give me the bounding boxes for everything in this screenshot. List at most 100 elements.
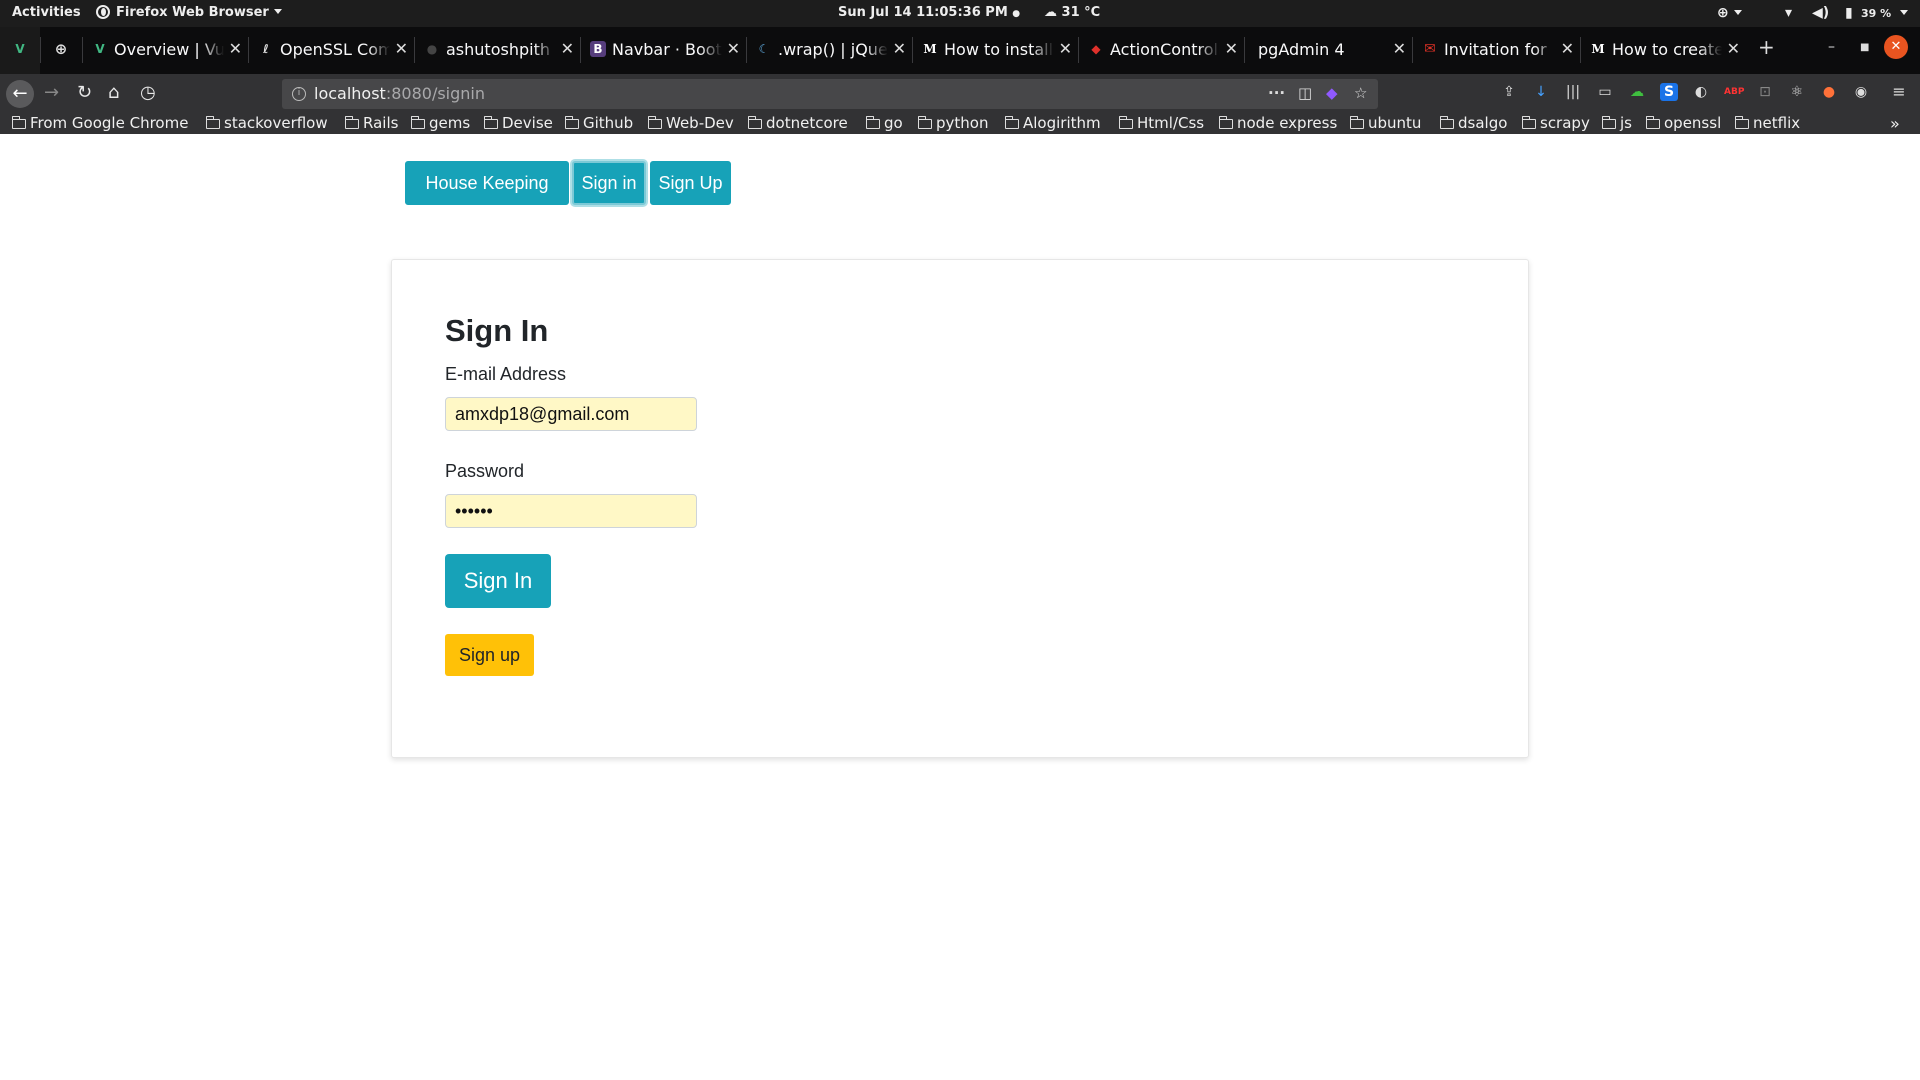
clock[interactable]: Sun Jul 14 11:05:36 PM ● — [838, 5, 1020, 20]
url-bar[interactable]: i localhost:8080/signin ··· ◫ ◆ ☆ — [282, 79, 1378, 109]
s-extension-icon[interactable]: S — [1660, 83, 1678, 101]
tab-bootstrap-navbar[interactable]: B Navbar · Bootstrap ✕ — [580, 27, 746, 74]
tab-title: How to create — [1612, 40, 1722, 59]
dark-extension-icon[interactable]: ◐ — [1692, 83, 1710, 101]
url-host: localhost — [314, 84, 386, 103]
hamburger-menu-icon[interactable]: ≡ — [1890, 83, 1908, 101]
new-tab-plus-icon[interactable]: + — [1758, 35, 1775, 59]
bookmark-folder[interactable]: Github — [564, 114, 633, 134]
nav-signup-button[interactable]: Sign Up — [650, 161, 731, 205]
tab-title: Navbar · Bootstrap — [612, 40, 722, 59]
extension-icon[interactable]: ◆ — [1326, 84, 1338, 102]
bookmark-folder[interactable]: stackoverflow — [205, 114, 328, 134]
pocket-icon[interactable]: ◫ — [1298, 84, 1312, 102]
close-icon[interactable]: ✕ — [561, 39, 574, 58]
battery-icon[interactable]: ▮ — [1845, 5, 1853, 21]
tab-medium-create[interactable]: M How to create ✕ — [1580, 27, 1746, 74]
system-top-bar: Activities Firefox Web Browser Sun Jul 1… — [0, 0, 1920, 27]
app-menu-label: Firefox Web Browser — [116, 5, 269, 20]
bookmark-folder[interactable]: ubuntu — [1349, 114, 1421, 134]
weather-indicator[interactable]: ☁ 31 °C — [1044, 5, 1100, 20]
tab-actioncontroller[interactable]: ◆ ActionController ✕ — [1078, 27, 1244, 74]
profile-icon[interactable]: ◉ — [1852, 83, 1870, 101]
bookmark-label: gems — [429, 114, 471, 132]
bookmark-folder[interactable]: scrapy — [1521, 114, 1590, 134]
save-page-icon[interactable]: ⇪ — [1500, 83, 1518, 101]
close-icon[interactable]: ✕ — [1225, 39, 1238, 58]
bookmark-folder[interactable]: dotnetcore — [747, 114, 848, 134]
bookmark-folder[interactable]: Web-Dev — [647, 114, 734, 134]
firefox-icon — [96, 5, 110, 19]
bookmark-folder[interactable]: netflix — [1734, 114, 1800, 134]
sidebar-icon[interactable]: ▭ — [1596, 83, 1614, 101]
bookmark-folder[interactable]: openssl — [1645, 114, 1721, 134]
accessibility-icon[interactable]: ⊕ — [1717, 5, 1742, 21]
bookmark-folder[interactable]: gems — [410, 114, 471, 134]
maximize-icon[interactable]: ■ — [1860, 42, 1869, 53]
signup-button[interactable]: Sign up — [445, 634, 534, 676]
tab-medium-install[interactable]: M How to install ✕ — [912, 27, 1078, 74]
window-close-icon[interactable]: ✕ — [1884, 35, 1908, 59]
tab-overview-vue[interactable]: V Overview | Vue ✕ — [82, 27, 248, 74]
bookmark-folder[interactable]: dsalgo — [1439, 114, 1507, 134]
tab-pgadmin[interactable]: pgAdmin 4 ✕ — [1244, 27, 1412, 74]
bookmark-folder[interactable]: Alogirithm — [1004, 114, 1101, 134]
history-clock-icon[interactable]: ◷ — [140, 82, 156, 104]
nav-signin-button[interactable]: Sign in — [572, 161, 646, 205]
site-info-icon[interactable]: i — [292, 87, 306, 101]
bookmark-star-icon[interactable]: ☆ — [1354, 84, 1367, 102]
close-icon[interactable]: ✕ — [229, 39, 242, 58]
email-field[interactable] — [445, 397, 697, 431]
volume-icon[interactable]: ◀) — [1812, 5, 1829, 21]
close-icon[interactable]: ✕ — [893, 39, 906, 58]
home-icon[interactable]: ⌂ — [108, 82, 119, 104]
vue-logo-icon: V — [95, 42, 105, 56]
tab-title: OpenSSL Commands — [280, 40, 390, 59]
pinned-tab-globe[interactable]: ⊕ — [40, 27, 82, 74]
tab-jquery-wrap[interactable]: ☾ .wrap() | jQuery ✕ — [746, 27, 912, 74]
bookmark-folder[interactable]: node express — [1218, 114, 1337, 134]
download-icon[interactable]: ↓ — [1532, 83, 1550, 101]
close-icon[interactable]: ✕ — [1393, 39, 1406, 58]
library-icon[interactable]: ||| — [1564, 83, 1582, 101]
clock-text: Sun Jul 14 11:05:36 PM — [838, 5, 1008, 20]
extension-counter-icon[interactable]: ☁ — [1628, 83, 1646, 101]
bookmark-folder[interactable]: Html/Css — [1118, 114, 1204, 134]
app-menu[interactable]: Firefox Web Browser — [96, 5, 282, 20]
activities-button[interactable]: Activities — [12, 5, 81, 20]
bookmarks-overflow-chevron-icon[interactable]: » — [1890, 114, 1900, 134]
tab-github-ashutosh[interactable]: ● ashutoshpith ✕ — [414, 27, 580, 74]
back-arrow-icon[interactable]: ← — [6, 80, 34, 108]
bookmark-folder[interactable]: Rails — [344, 114, 399, 134]
minimize-icon[interactable]: – — [1828, 39, 1835, 55]
bookmark-folder[interactable]: python — [917, 114, 988, 134]
bookmark-folder[interactable]: go — [865, 114, 903, 134]
tab-openssl[interactable]: ℓ OpenSSL Commands ✕ — [248, 27, 414, 74]
bookmark-label: Rails — [363, 114, 399, 132]
close-icon[interactable]: ✕ — [395, 39, 408, 58]
adblock-icon[interactable]: ABP — [1724, 83, 1744, 101]
bookmark-folder[interactable]: js — [1601, 114, 1632, 134]
weather-text: 31 °C — [1061, 5, 1101, 20]
tab-gmail-invitation[interactable]: ✉ Invitation for ✕ — [1412, 27, 1580, 74]
react-devtools-icon[interactable]: ⚛ — [1788, 83, 1806, 101]
folder-icon — [11, 116, 26, 129]
bookmark-folder[interactable]: Devise — [483, 114, 553, 134]
bookmark-folder[interactable]: From Google Chrome — [11, 114, 188, 134]
close-icon[interactable]: ✕ — [1059, 39, 1072, 58]
password-field[interactable] — [445, 494, 697, 528]
reload-icon[interactable]: ↻ — [77, 82, 92, 104]
firefox-account-icon[interactable]: ● — [1820, 83, 1838, 101]
url-text[interactable]: localhost:8080/signin — [314, 84, 485, 103]
pinned-tab-vue[interactable]: V — [0, 27, 40, 74]
signin-submit-button[interactable]: Sign In — [445, 554, 551, 608]
forward-arrow-icon[interactable]: → — [44, 82, 59, 104]
system-menu-chevron-icon[interactable] — [1895, 5, 1908, 21]
close-icon[interactable]: ✕ — [1727, 39, 1740, 58]
crop-extension-icon[interactable]: ⊡ — [1756, 83, 1774, 101]
page-actions-icon[interactable]: ··· — [1268, 84, 1285, 102]
wifi-icon[interactable]: ▾ — [1785, 5, 1792, 21]
brand-house-keeping[interactable]: House Keeping — [405, 161, 569, 205]
close-icon[interactable]: ✕ — [727, 39, 740, 58]
close-icon[interactable]: ✕ — [1561, 39, 1574, 58]
